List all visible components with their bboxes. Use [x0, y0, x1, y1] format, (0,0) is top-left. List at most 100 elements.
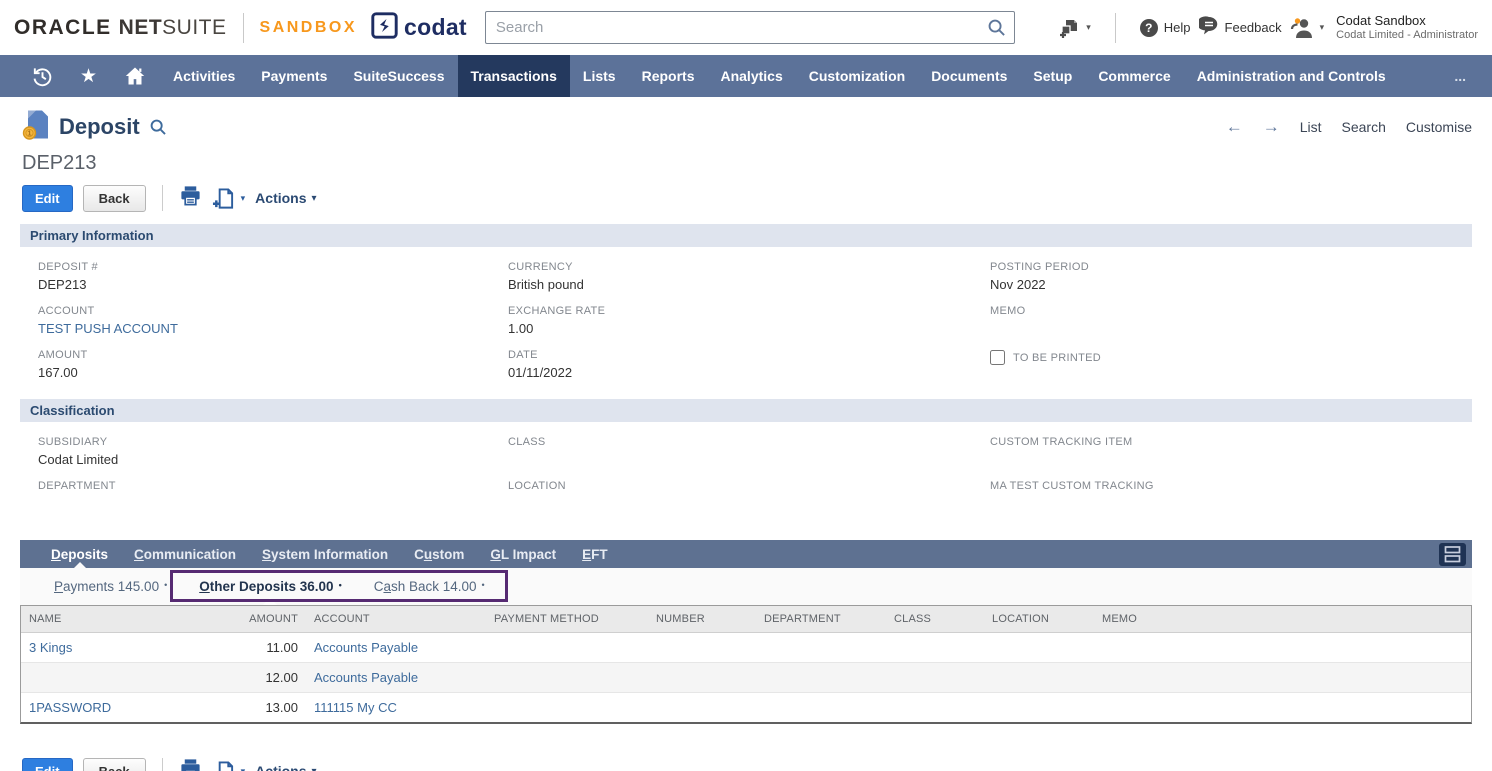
- nav-item-payments[interactable]: Payments: [248, 55, 340, 97]
- location-cell: [984, 633, 1094, 663]
- field-label: POSTING PERIOD: [990, 261, 1472, 273]
- field-label: EXCHANGE RATE: [508, 305, 990, 317]
- nav-item-suitesuccess[interactable]: SuiteSuccess: [340, 55, 457, 97]
- bullet-icon: •: [164, 580, 167, 590]
- department-field: DEPARTMENT: [38, 480, 508, 511]
- field-value: [990, 321, 1472, 336]
- name-cell[interactable]: 3 Kings: [21, 633, 236, 663]
- toggle-layout-icon[interactable]: [1439, 540, 1472, 568]
- recent-records-icon[interactable]: [18, 55, 67, 97]
- number-cell: [648, 693, 756, 723]
- column-header-location: LOCATION: [984, 606, 1094, 633]
- add-related-record-button[interactable]: ▾: [212, 187, 246, 210]
- subtab-payments[interactable]: Payments 145.00 •: [38, 568, 183, 605]
- search-link[interactable]: Search: [1342, 119, 1386, 135]
- field-value: 1.00: [508, 321, 990, 336]
- class-field: CLASS: [508, 436, 990, 467]
- actions-menu[interactable]: Actions ▾: [255, 190, 316, 206]
- actions-menu[interactable]: Actions ▾: [255, 763, 316, 771]
- account-cell[interactable]: 111115 My CC: [306, 693, 486, 723]
- classification-section: Classification SUBSIDIARY Codat Limited …: [20, 399, 1472, 524]
- column-header-account: ACCOUNT: [306, 606, 486, 633]
- account-info[interactable]: Codat Sandbox Codat Limited - Administra…: [1336, 13, 1478, 43]
- field-label: DEPOSIT #: [38, 261, 508, 273]
- field-label: CUSTOM TRACKING ITEM: [990, 436, 1472, 448]
- tab-custom[interactable]: Custom: [401, 540, 477, 568]
- field-value: 167.00: [38, 365, 508, 380]
- nav-item-customization[interactable]: Customization: [796, 55, 918, 97]
- class-cell: [886, 693, 984, 723]
- customise-link[interactable]: Customise: [1406, 119, 1472, 135]
- subtab-other-deposits[interactable]: Other Deposits 36.00 •: [183, 568, 357, 605]
- bullet-icon: •: [482, 580, 485, 590]
- tab-system-information[interactable]: System Information: [249, 540, 401, 568]
- shortcuts-star-icon[interactable]: ★: [67, 55, 110, 97]
- subtab-cash-back[interactable]: Cash Back 14.00 •: [358, 568, 501, 605]
- search-icon[interactable]: [987, 18, 1006, 42]
- posting-period-field: POSTING PERIOD Nov 2022: [990, 261, 1472, 292]
- record-id: DEP213: [22, 152, 1472, 175]
- account-cell[interactable]: Accounts Payable: [306, 633, 486, 663]
- nav-item-setup[interactable]: Setup: [1020, 55, 1085, 97]
- actions-label: Actions: [255, 190, 306, 206]
- nav-item-commerce[interactable]: Commerce: [1085, 55, 1183, 97]
- add-related-record-button[interactable]: ▾: [212, 760, 246, 771]
- feedback-button[interactable]: Feedback: [1199, 16, 1282, 40]
- record-tabs: Deposits Communication System Informatio…: [20, 540, 1472, 568]
- back-button[interactable]: Back: [83, 185, 146, 212]
- netsuite-wordmark-suite: SUITE: [162, 16, 226, 40]
- nav-item-administration[interactable]: Administration and Controls: [1184, 55, 1399, 97]
- to-be-printed-checkbox[interactable]: [990, 350, 1005, 365]
- chevron-down-icon: ▾: [1086, 22, 1091, 33]
- nav-item-activities[interactable]: Activities: [160, 55, 248, 97]
- column-header-department: DEPARTMENT: [756, 606, 886, 633]
- next-record-arrow-icon[interactable]: →: [1263, 117, 1280, 137]
- help-button[interactable]: ? Help: [1140, 19, 1191, 37]
- account-link[interactable]: TEST PUSH ACCOUNT: [38, 321, 508, 336]
- codat-mark-icon: [371, 12, 398, 44]
- sandbox-badge: SANDBOX: [260, 19, 358, 37]
- column-2: CLASS LOCATION: [508, 436, 990, 524]
- field-value: [508, 496, 990, 511]
- tab-deposits[interactable]: Deposits: [38, 540, 121, 568]
- tab-gl-impact[interactable]: GL Impact: [477, 540, 569, 568]
- field-value: [990, 496, 1472, 511]
- column-header-name: NAME: [21, 606, 236, 633]
- previous-record-arrow-icon[interactable]: ←: [1226, 117, 1243, 137]
- nav-item-reports[interactable]: Reports: [629, 55, 708, 97]
- quick-add-menu[interactable]: ▾: [1058, 17, 1091, 39]
- table-row: 12.00 Accounts Payable: [21, 663, 1471, 693]
- back-button[interactable]: Back: [83, 758, 146, 771]
- payment-method-cell: [486, 633, 648, 663]
- list-link[interactable]: List: [1300, 119, 1322, 135]
- number-cell: [648, 633, 756, 663]
- account-cell[interactable]: Accounts Payable: [306, 663, 486, 693]
- field-value: [990, 452, 1472, 467]
- edit-button[interactable]: Edit: [22, 185, 73, 212]
- record-search-icon[interactable]: [149, 118, 167, 141]
- tab-eft[interactable]: EFT: [569, 540, 621, 568]
- divider: [162, 185, 163, 211]
- actions-label: Actions: [255, 763, 306, 771]
- nav-overflow-button[interactable]: ...: [1428, 55, 1492, 97]
- roles-menu[interactable]: ▾: [1290, 17, 1325, 38]
- field-value: Nov 2022: [990, 277, 1472, 292]
- field-label: MEMO: [990, 305, 1472, 317]
- record-nav-links: ← → List Search Customise: [1226, 117, 1472, 137]
- tab-communication[interactable]: Communication: [121, 540, 249, 568]
- nav-item-transactions[interactable]: Transactions: [458, 55, 570, 97]
- amount-cell: 11.00: [236, 633, 306, 663]
- edit-button[interactable]: Edit: [22, 758, 73, 771]
- global-search-input[interactable]: [485, 11, 1015, 44]
- home-icon[interactable]: [110, 55, 160, 97]
- nav-item-analytics[interactable]: Analytics: [707, 55, 795, 97]
- nav-item-lists[interactable]: Lists: [570, 55, 629, 97]
- field-label: AMOUNT: [38, 349, 508, 361]
- svg-text:1: 1: [27, 129, 31, 138]
- nav-item-documents[interactable]: Documents: [918, 55, 1020, 97]
- name-cell[interactable]: 1PASSWORD: [21, 693, 236, 723]
- department-cell: [756, 663, 886, 693]
- print-icon[interactable]: [179, 757, 202, 771]
- print-icon[interactable]: [179, 184, 202, 212]
- ma-test-custom-tracking-field: MA TEST CUSTOM TRACKING: [990, 480, 1472, 511]
